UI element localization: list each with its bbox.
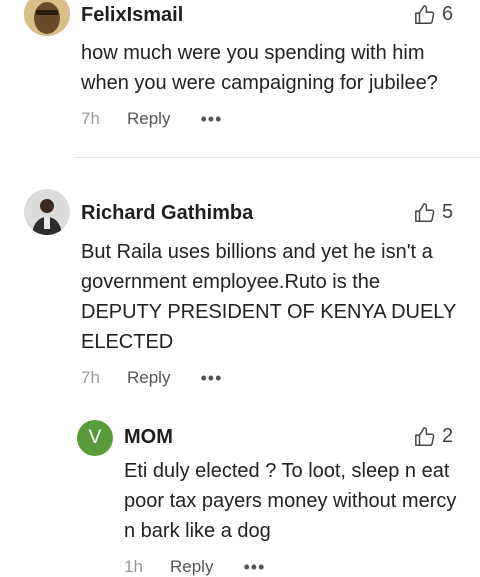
comment-text: how much were you spending with him when… <box>81 42 438 94</box>
more-options-icon[interactable]: ••• <box>200 110 222 128</box>
like-count: 2 <box>442 425 454 447</box>
username[interactable]: MOM <box>124 426 173 449</box>
avatar[interactable]: V <box>77 420 113 456</box>
more-options-icon[interactable]: ••• <box>243 558 265 576</box>
username[interactable]: FelixIsmail <box>81 4 183 27</box>
thumbs-up-icon <box>414 202 436 224</box>
comment-text: But Raila uses billions and yet he isn't… <box>81 241 456 353</box>
like-button[interactable]: 6 <box>414 3 453 26</box>
thumbs-up-icon <box>414 426 436 448</box>
timestamp: 7h <box>81 109 100 128</box>
timestamp: 1h <box>124 557 143 576</box>
like-button[interactable]: 5 <box>414 201 453 224</box>
avatar[interactable] <box>24 0 70 36</box>
reply-button[interactable]: Reply <box>127 109 170 129</box>
avatar[interactable] <box>24 189 70 235</box>
like-count: 6 <box>442 3 454 25</box>
reply-button[interactable]: Reply <box>170 557 213 577</box>
more-options-icon[interactable]: ••• <box>200 369 222 387</box>
like-button[interactable]: 2 <box>414 425 453 448</box>
like-count: 5 <box>442 201 454 223</box>
avatar-letter: V <box>88 427 102 448</box>
divider <box>74 157 480 158</box>
thumbs-up-icon <box>414 4 436 26</box>
username[interactable]: Richard Gathimba <box>81 202 253 225</box>
comment-text: Eti duly elected ? To loot, sleep n eat … <box>124 460 457 542</box>
timestamp: 7h <box>81 368 100 387</box>
reply-button[interactable]: Reply <box>127 368 170 388</box>
